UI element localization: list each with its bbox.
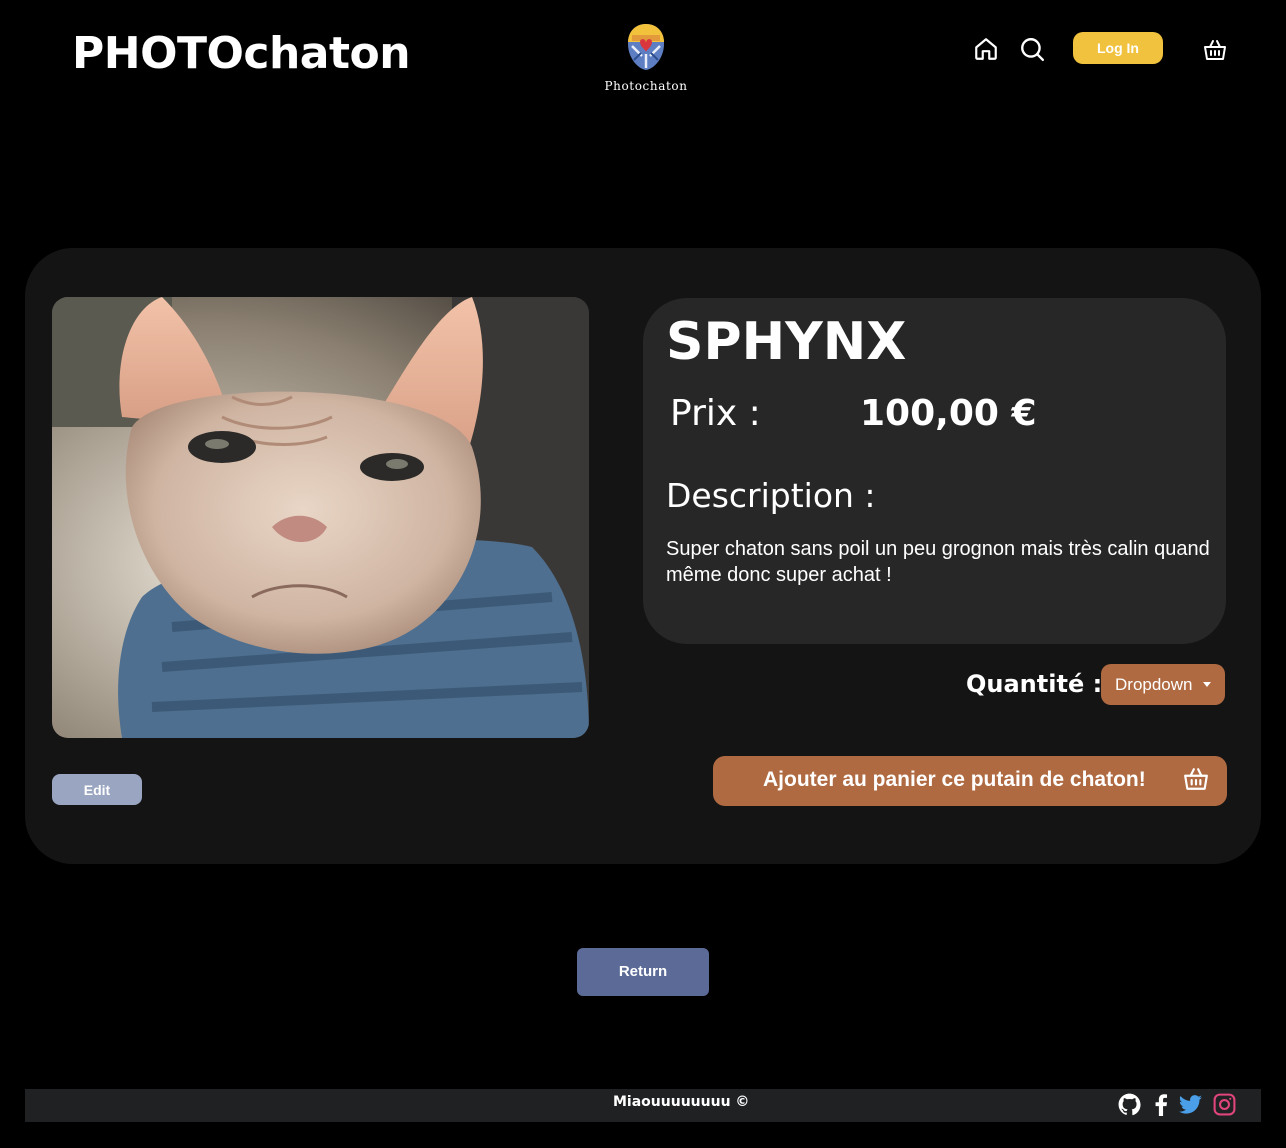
product-photo: [52, 297, 589, 738]
basket-icon[interactable]: [1203, 38, 1227, 62]
logo[interactable]: Photochaton: [600, 22, 692, 93]
description-label: Description :: [666, 476, 876, 515]
footer-copyright: Miaouuuuuuuu ©: [613, 1094, 750, 1110]
quantity-label: Quantité :: [966, 670, 1103, 698]
sphynx-cat-image: [52, 297, 589, 738]
logo-icon: [628, 24, 664, 70]
basket-icon: [1184, 768, 1208, 790]
brand-title[interactable]: PHOTOchaton: [72, 28, 411, 79]
instagram-icon[interactable]: [1212, 1092, 1237, 1117]
search-icon[interactable]: [1019, 36, 1045, 62]
add-to-cart-button[interactable]: Ajouter au panier ce putain de chaton!: [713, 756, 1227, 806]
return-button[interactable]: Return: [577, 948, 709, 996]
footer: Miaouuuuuuuu ©: [25, 1089, 1261, 1122]
price-value: 100,00 €: [860, 393, 1037, 434]
add-to-cart-label: Ajouter au panier ce putain de chaton!: [763, 768, 1146, 791]
logo-caption: Photochaton: [604, 79, 688, 93]
caret-down-icon: [1203, 682, 1211, 687]
price-label: Prix :: [670, 393, 761, 434]
description-text: Super chaton sans poil un peu grognon ma…: [666, 538, 1210, 586]
edit-button[interactable]: Edit: [52, 774, 142, 805]
facebook-icon[interactable]: [1149, 1092, 1174, 1117]
login-button[interactable]: Log In: [1073, 32, 1163, 64]
github-icon[interactable]: [1117, 1092, 1142, 1117]
home-icon[interactable]: [973, 36, 999, 62]
quantity-dropdown[interactable]: Dropdown: [1101, 664, 1225, 705]
twitter-icon[interactable]: [1178, 1092, 1203, 1117]
quantity-dropdown-label: Dropdown: [1115, 675, 1193, 694]
product-name: SPHYNX: [666, 312, 907, 372]
